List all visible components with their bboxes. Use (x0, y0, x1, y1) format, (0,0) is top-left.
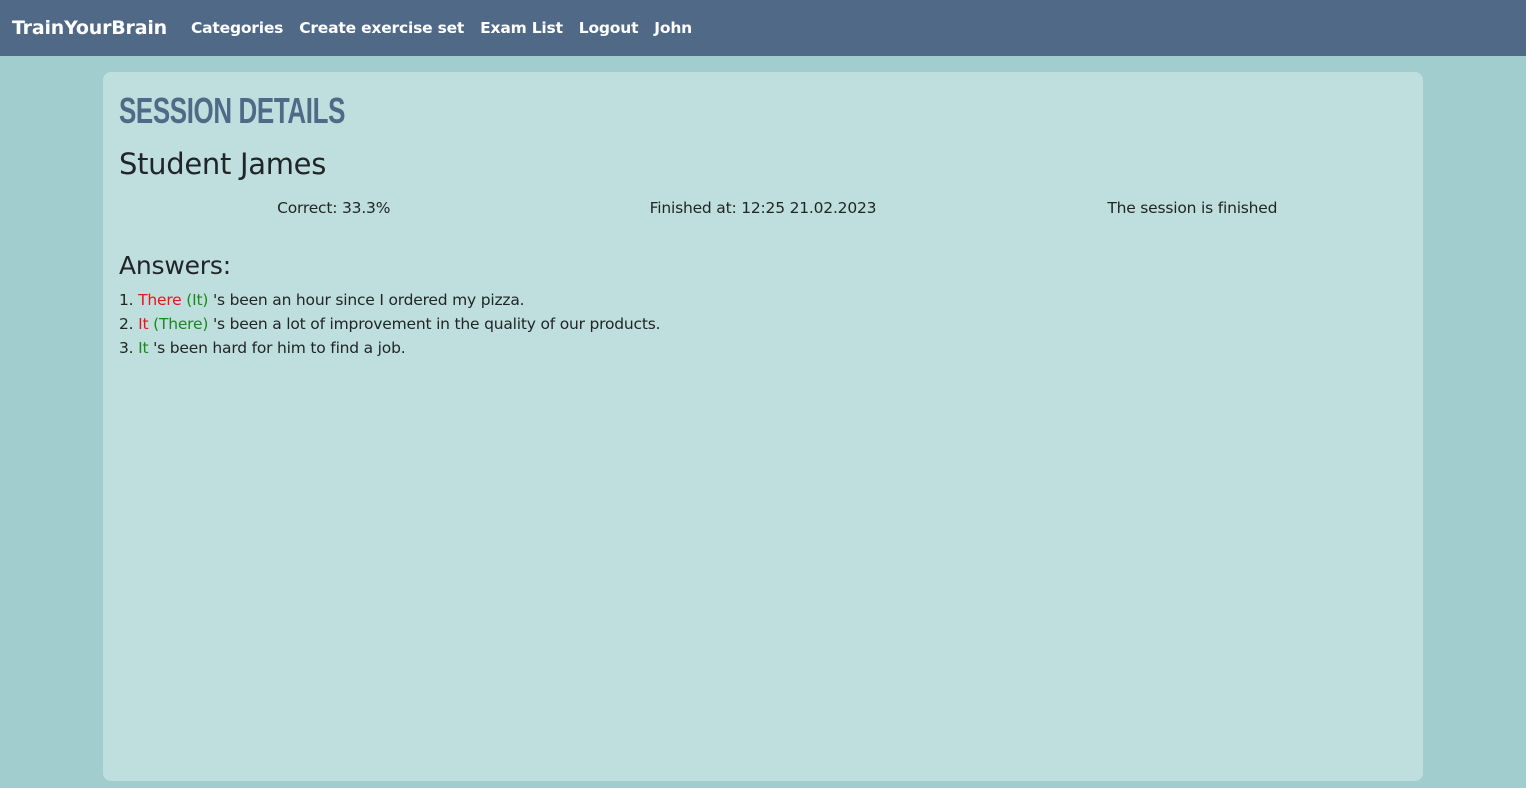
answer-number: 3. (119, 339, 134, 357)
given-answer-wrong: It (138, 315, 149, 333)
given-answer-wrong: There (138, 291, 182, 309)
top-navbar: TrainYourBrain Categories Create exercis… (0, 0, 1526, 56)
answer-number: 1. (119, 291, 134, 309)
nav-categories[interactable]: Categories (191, 19, 283, 37)
answer-item-2: 2. It (There) 's been a lot of improveme… (119, 312, 1407, 336)
answer-number: 2. (119, 315, 134, 333)
correct-percentage: Correct: 33.3% (277, 199, 391, 217)
nav-user-john[interactable]: John (654, 19, 692, 37)
student-name: Student James (119, 147, 327, 181)
answer-item-3: 3. It 's been hard for him to find a job… (119, 336, 1407, 360)
sentence-rest: 's been a lot of improvement in the qual… (212, 315, 661, 333)
nav-create-exercise-set[interactable]: Create exercise set (299, 19, 464, 37)
answer-list: 1. There (It) 's been an hour since I or… (119, 288, 1407, 360)
brand-link[interactable]: TrainYourBrain (12, 17, 167, 39)
given-answer-correct: It (138, 339, 149, 357)
answer-item-1: 1. There (It) 's been an hour since I or… (119, 288, 1407, 312)
nav-exam-list[interactable]: Exam List (480, 19, 563, 37)
correct-answer: (It) (186, 291, 209, 309)
session-details-card: Session details Student James Correct: 3… (103, 72, 1423, 781)
answers-heading: Answers: (119, 251, 231, 280)
sentence-rest: 's been hard for him to find a job. (153, 339, 406, 357)
page-title: Session details (119, 90, 346, 131)
session-stats: Correct: 33.3% Finished at: 12:25 21.02.… (119, 196, 1407, 220)
nav-logout[interactable]: Logout (579, 19, 639, 37)
session-status: The session is finished (1107, 199, 1278, 217)
finished-at: Finished at: 12:25 21.02.2023 (649, 199, 877, 217)
sentence-rest: 's been an hour since I ordered my pizza… (212, 291, 525, 309)
correct-answer: (There) (153, 315, 209, 333)
